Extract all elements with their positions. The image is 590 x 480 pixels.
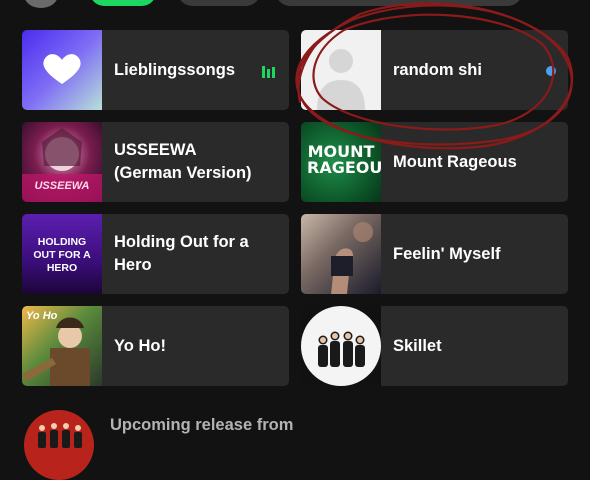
skillet-artist-image (301, 306, 381, 386)
upcoming-release-label: Upcoming release from (110, 416, 294, 434)
card-usseewa[interactable]: USSEEWA USSEEWA (German Version) (22, 122, 289, 202)
card-title: Mount Rageous (393, 152, 517, 171)
liked-songs-heart-icon (22, 30, 102, 110)
card-title: Feelin' Myself (393, 244, 501, 263)
user-silhouette-icon (301, 30, 381, 110)
card-holding-out-for-a-hero[interactable]: HOLDING OUT FOR A HERO Holding Out for a… (22, 214, 289, 294)
mount-rageous-cover-image: MOUNT RAGEOUS (301, 122, 381, 202)
card-feelin-myself[interactable]: Feelin' Myself (301, 214, 568, 294)
card-title: Lieblingssongs (114, 60, 236, 79)
cover-text: Yo Ho (26, 310, 58, 322)
card-title: USSEEWA (German Version) (114, 141, 252, 182)
card-random-shi[interactable]: random shi (301, 30, 568, 110)
filter-chip[interactable] (178, 0, 260, 6)
card-mount-rageous[interactable]: MOUNT RAGEOUS Mount Rageous (301, 122, 568, 202)
now-playing-equalizer-icon (262, 66, 275, 78)
card-lieblingssongs[interactable]: Lieblingssongs (22, 30, 289, 110)
yo-ho-cover-image: Yo Ho (22, 306, 102, 386)
cover-text: MOUNT RAGEOUS (307, 142, 381, 177)
card-skillet[interactable]: Skillet (301, 306, 568, 386)
upcoming-release-section[interactable]: Upcoming release from (22, 410, 568, 480)
new-content-dot (546, 66, 556, 76)
holding-out-cover-image: HOLDING OUT FOR A HERO (22, 214, 102, 294)
card-title: random shi (393, 60, 482, 79)
card-title: Skillet (393, 336, 442, 355)
profile-avatar[interactable] (24, 0, 58, 8)
card-title: Yo Ho! (114, 336, 166, 355)
filter-chip-active[interactable] (90, 0, 156, 6)
filter-chip-bar (0, 0, 590, 12)
card-title: Holding Out for a Hero (114, 233, 249, 274)
cover-text: HOLDING OUT FOR A HERO (33, 236, 91, 274)
card-yo-ho[interactable]: Yo Ho Yo Ho! (22, 306, 289, 386)
filter-chip[interactable] (276, 0, 522, 6)
cover-text: USSEEWA (34, 180, 90, 192)
artist-avatar (24, 410, 94, 480)
feelin-myself-cover-image (301, 214, 381, 294)
usseewa-cover-image: USSEEWA (22, 122, 102, 202)
